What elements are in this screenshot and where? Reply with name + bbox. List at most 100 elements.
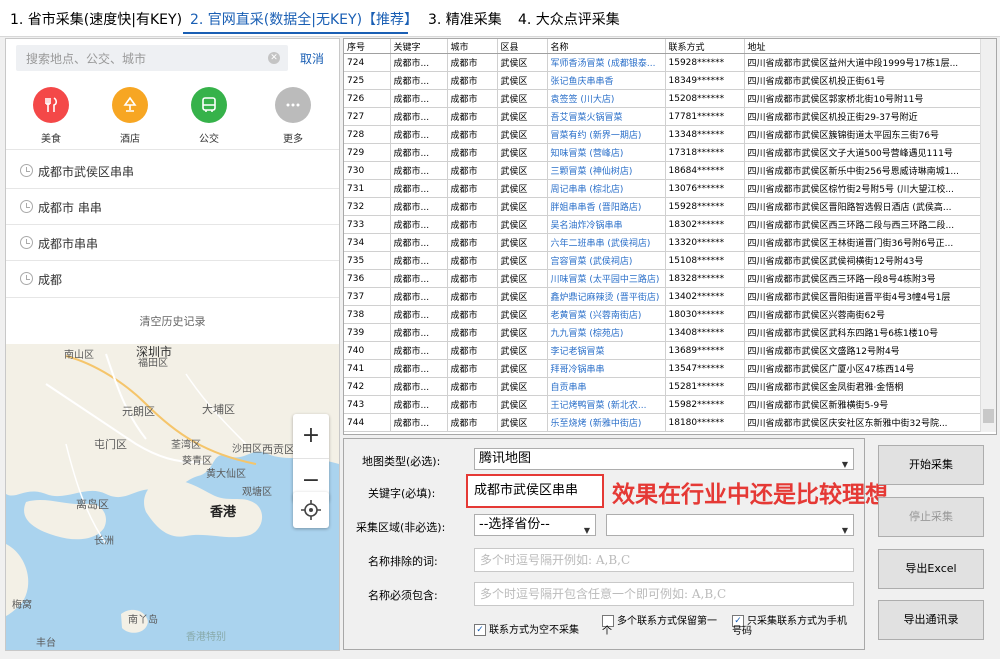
table-row[interactable]: 731 成都市... 成都市 武侯区 周记串串 (棕北店) 13076****** 四川省成… [344, 179, 982, 198]
table-cell: 15928****** [665, 197, 745, 216]
clock-icon [20, 200, 33, 213]
tab-dianping-collect[interactable]: 4. 大众点评采集 [518, 9, 620, 29]
category-food[interactable]: 美食 [26, 87, 76, 145]
table-cell: 739 [344, 323, 391, 342]
checkbox-keep-first[interactable]: 多个联系方式保留第一个 [602, 615, 722, 637]
tab-precise-collect[interactable]: 3. 精准采集 [428, 9, 502, 29]
table-cell: 武侯区 [497, 413, 548, 432]
checkbox-skip-empty[interactable]: ✓ 联系方式为空不采集 [474, 621, 579, 636]
table-cell: 成都市 [447, 287, 498, 306]
map-label: 丰台 [36, 638, 56, 649]
checkbox-mobile-only[interactable]: ✓ 只采集联系方式为手机号码 [732, 615, 852, 637]
column-header[interactable]: 区县 [497, 39, 548, 54]
category-hotel[interactable]: 酒店 [105, 87, 155, 145]
table-row[interactable]: 729 成都市... 成都市 武侯区 知味冒菜 (营峰店) 17318****** 四川省成… [344, 143, 982, 162]
history-item[interactable]: 成都市串串 [6, 226, 339, 262]
map-label: 福田区 [138, 358, 168, 369]
table-cell: 742 [344, 377, 391, 396]
table-cell: 四川省成都市武侯区文子大道500号营峰遇见111号 [744, 143, 982, 162]
active-tab-indicator [183, 32, 408, 34]
map-label: 香港特别 [186, 632, 226, 643]
table-row[interactable]: 724 成都市... 成都市 武侯区 军师香汤冒菜 (成都银泰... 15928*****… [344, 53, 982, 72]
divider [6, 260, 339, 261]
table-row[interactable]: 742 成都市... 成都市 武侯区 自贡串串 15281****** 四川省成都市武侯区金… [344, 377, 982, 396]
table-cell: 四川省成都市武侯区西三环路二段与西三环路二段... [744, 215, 982, 234]
table-cell: 成都市 [447, 89, 498, 108]
table-cell: 成都市... [390, 323, 448, 342]
settings-panel: 地图类型(必选): 腾讯地图 ▼ 关键字(必填): 成都市武侯区串串 效果在行业… [343, 438, 888, 650]
clear-icon[interactable]: ✕ [268, 52, 280, 64]
column-header[interactable]: 城市 [447, 39, 498, 54]
table-cell: 732 [344, 197, 391, 216]
table-cell: 武侯区 [497, 179, 548, 198]
locate-button[interactable] [293, 492, 329, 528]
table-row[interactable]: 738 成都市... 成都市 武侯区 老黄冒菜 (兴蓉南街店) 18030****** 四川… [344, 305, 982, 324]
table-row[interactable]: 727 成都市... 成都市 武侯区 吾艾冒菜火锅冒菜 17781****** 四川省成都市… [344, 107, 982, 126]
table-cell: 吴名油炸冷锅串串 [547, 215, 666, 234]
map-label: 梅窝 [12, 600, 32, 611]
table-row[interactable]: 739 成都市... 成都市 武侯区 九九冒菜 (棕苑店) 13408****** 四川省成… [344, 323, 982, 342]
stop-button[interactable]: 停止采集 [878, 497, 984, 537]
table-cell: 四川省成都市武侯区簇锦街道太平园东三街76号 [744, 125, 982, 144]
table-cell: 武侯区 [497, 143, 548, 162]
include-input[interactable]: 多个时逗号隔开包含任意一个即可例如: A,B,C [474, 582, 854, 606]
history-item[interactable]: 成都市武侯区串串 [6, 154, 339, 190]
start-button[interactable]: 开始采集 [878, 445, 984, 485]
table-row[interactable]: 728 成都市... 成都市 武侯区 冒菜有约 (新界一期店) 13348****** 四川… [344, 125, 982, 144]
table-cell: 吾艾冒菜火锅冒菜 [547, 107, 666, 126]
column-header[interactable]: 序号 [344, 39, 391, 54]
table-row[interactable]: 736 成都市... 成都市 武侯区 川味冒菜 (太平园中三路店) 18328******… [344, 269, 982, 288]
table-cell: 729 [344, 143, 391, 162]
table-cell: 四川省成都市武侯区晋阳路智选假日酒店 (武侯高... [744, 197, 982, 216]
scrollbar-thumb[interactable] [983, 409, 994, 423]
zoom-in-button[interactable]: + [293, 414, 329, 458]
table-row[interactable]: 740 成都市... 成都市 武侯区 李记老锅冒菜 13689****** 四川省成都市武侯… [344, 341, 982, 360]
tab-official-collect[interactable]: 2. 官网直采(数据全|无KEY)【推荐】 [190, 9, 418, 29]
history-item[interactable]: 成都 [6, 262, 339, 298]
table-row[interactable]: 743 成都市... 成都市 武侯区 王记烤鸭冒菜 (新北农... 15982******… [344, 395, 982, 414]
cancel-link[interactable]: 取消 [300, 50, 324, 67]
table-cell: 四川省成都市武侯区文盛路12号附4号 [744, 341, 982, 360]
results-table[interactable]: 序号 关键字 城市 区县 名称 联系方式 地址 724 成都市... 成都市 武侯区军… [343, 38, 997, 435]
category-bus[interactable]: 公交 [184, 87, 234, 145]
table-row[interactable]: 744 成都市... 成都市 武侯区 乐至烧烤 (新雅中街店) 18180****** 四川… [344, 413, 982, 432]
column-header[interactable]: 关键字 [390, 39, 448, 54]
tab-province-collect[interactable]: 1. 省市采集(速度快|有KEY) [10, 9, 182, 29]
column-header[interactable]: 名称 [547, 39, 666, 54]
table-cell: 成都市 [447, 359, 498, 378]
table-row[interactable]: 737 成都市... 成都市 武侯区 鑫炉鼎记麻辣烫 (晋平街店) 13402******… [344, 287, 982, 306]
history-item[interactable]: 成都市 串串 [6, 190, 339, 226]
keyword-input[interactable]: 成都市武侯区串串 [466, 474, 604, 508]
table-row[interactable]: 725 成都市... 成都市 武侯区 张记鱼庆串串香 18349****** 四川省成都市武… [344, 71, 982, 90]
table-row[interactable]: 735 成都市... 成都市 武侯区 宫容冒菜 (武侯祠店) 15108****** 四川省… [344, 251, 982, 270]
table-cell: 成都市... [390, 107, 448, 126]
export-contacts-button[interactable]: 导出通讯录 [878, 600, 984, 640]
table-row[interactable]: 733 成都市... 成都市 武侯区 吴名油炸冷锅串串 18302****** 四川省成都市… [344, 215, 982, 234]
exclude-input[interactable]: 多个时逗号隔开例如: A,B,C [474, 548, 854, 572]
vertical-scrollbar[interactable] [980, 39, 996, 432]
map-view[interactable]: 南山区 深圳市 福田区 元朗区 大埔区 屯门区 荃湾区 沙田区 西贡区 葵青区 … [6, 344, 339, 650]
table-row[interactable]: 732 成都市... 成都市 武侯区 胖姐串串香 (晋阳路店) 15928****** 四川… [344, 197, 982, 216]
table-cell: 知味冒菜 (营峰店) [547, 143, 666, 162]
table-cell: 741 [344, 359, 391, 378]
map-type-select[interactable]: 腾讯地图 ▼ [474, 448, 854, 470]
table-row[interactable]: 741 成都市... 成都市 武侯区 拜哥冷锅串串 13547****** 四川省成都市武侯… [344, 359, 982, 378]
clear-history-link[interactable]: 清空历史记录 [6, 313, 339, 329]
table-row[interactable]: 730 成都市... 成都市 武侯区 三颗冒菜 (神仙树店) 18684****** 四川省… [344, 161, 982, 180]
map-label: 西贡区 [262, 443, 295, 456]
map-search-input[interactable]: 搜索地点、公交、城市 ✕ [16, 45, 288, 71]
province-select[interactable]: --选择省份-- ▼ [474, 514, 596, 536]
table-cell: 武侯区 [497, 269, 548, 288]
column-header[interactable]: 地址 [744, 39, 982, 54]
category-more[interactable]: 更多 [268, 87, 318, 145]
export-excel-button[interactable]: 导出Excel [878, 549, 984, 589]
table-cell: 737 [344, 287, 391, 306]
map-label: 南丫岛 [128, 615, 158, 626]
city-select[interactable]: ▼ [606, 514, 854, 536]
table-row[interactable]: 726 成都市... 成都市 武侯区 袁签签 (川大店) 15208****** 四川省成都… [344, 89, 982, 108]
table-cell: 17318****** [665, 143, 745, 162]
category-label: 公交 [199, 134, 219, 145]
table-row[interactable]: 734 成都市... 成都市 武侯区 六年二班串串 (武侯祠店) 13320****** 四… [344, 233, 982, 252]
column-header[interactable]: 联系方式 [665, 39, 745, 54]
province-value: --选择省份-- [479, 517, 550, 532]
